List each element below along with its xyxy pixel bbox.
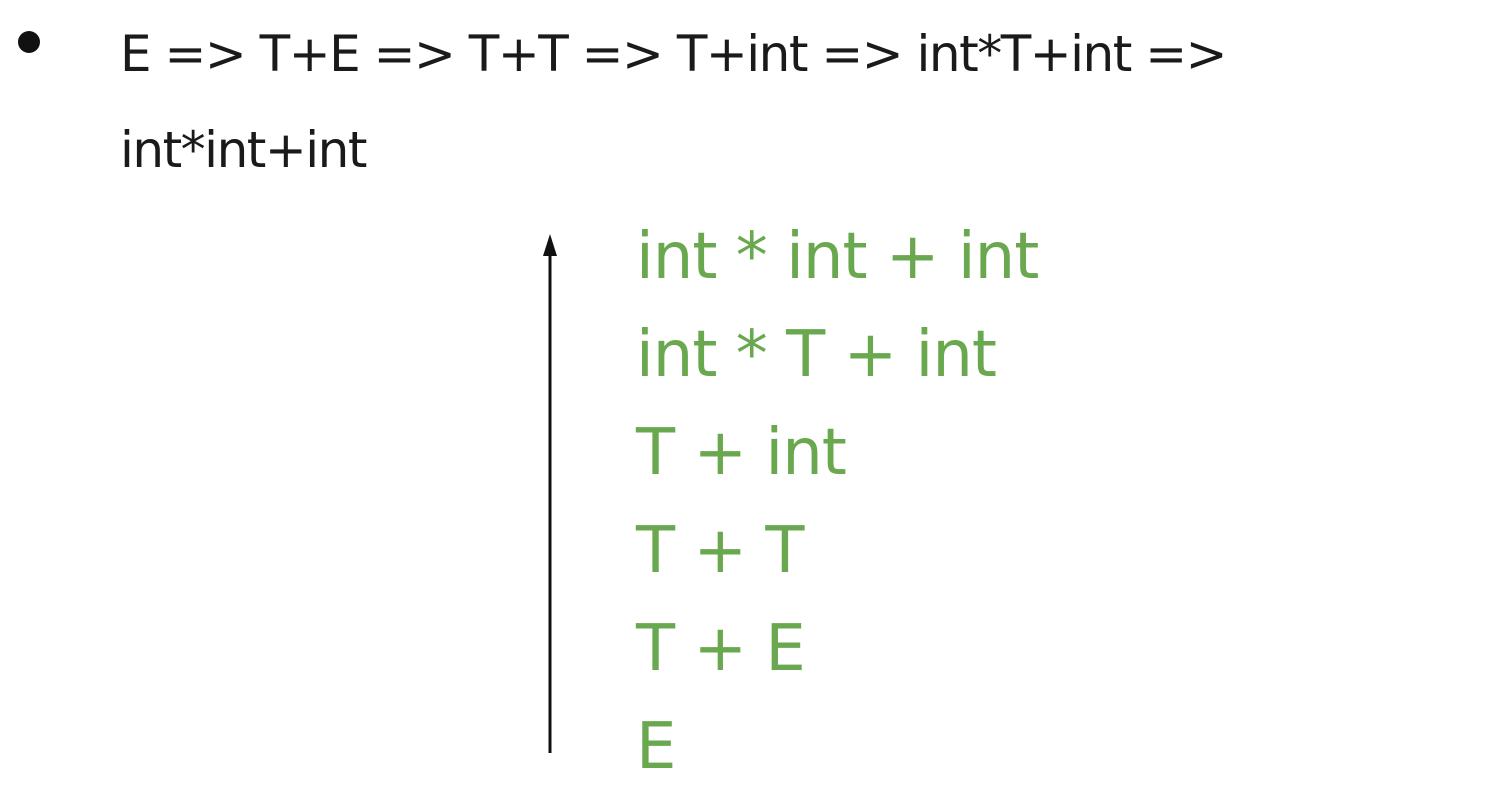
bullet-icon: [18, 31, 40, 53]
slide: E => T+E => T+T => T+int => int*T+int =>…: [0, 0, 1512, 784]
up-arrow-icon: [543, 234, 557, 753]
derivation-line-2: int*int+int: [120, 121, 367, 179]
reduction-step: T + E: [636, 612, 806, 686]
reduction-step: int * int + int: [636, 220, 1039, 294]
reduction-step: T + int: [636, 416, 847, 490]
derivation-line-1: E => T+E => T+T => T+int => int*T+int =>: [120, 25, 1228, 83]
reduction-step: E: [636, 710, 676, 784]
reduction-step: T + T: [636, 514, 805, 588]
arrow-head: [543, 234, 557, 256]
reduction-step: int * T + int: [636, 318, 997, 392]
derivation-text: E => T+E => T+T => T+int => int*T+int =>…: [120, 6, 1505, 198]
reduction-steps: int * int + int int * T + int T + int T …: [636, 208, 1039, 796]
